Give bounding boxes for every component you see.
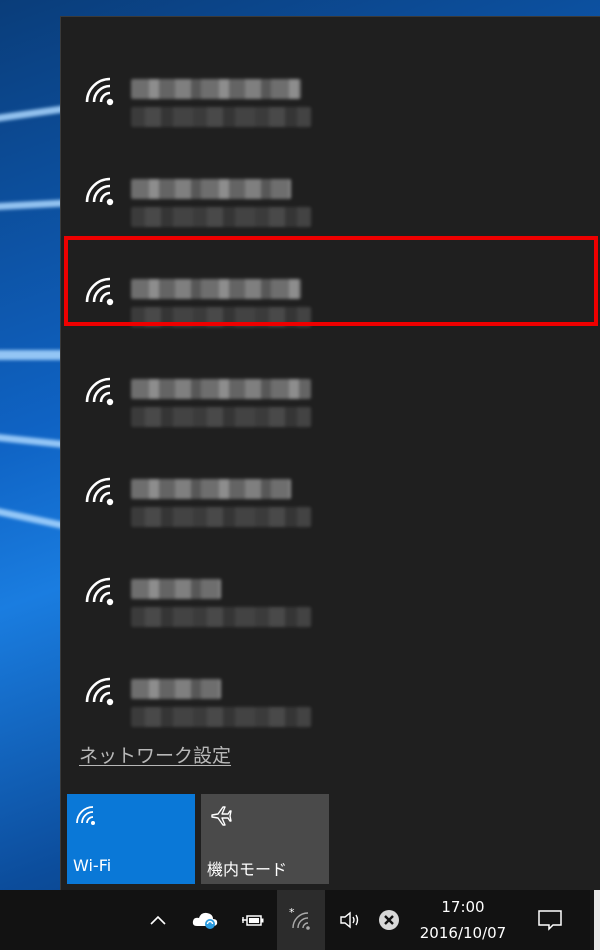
network-status-redacted <box>131 107 311 127</box>
wifi-icon <box>85 477 114 506</box>
onedrive-sync-icon <box>192 912 218 929</box>
network-item[interactable] <box>61 35 600 135</box>
power-tray-button[interactable] <box>236 890 270 950</box>
network-status-redacted <box>131 507 311 527</box>
network-item[interactable] <box>61 335 600 435</box>
error-icon <box>379 910 399 930</box>
network-name-redacted <box>131 679 221 699</box>
network-flyout: ネットワーク設定 Wi-Fi 機内モード <box>60 16 600 890</box>
network-item[interactable] <box>61 635 600 735</box>
network-name-redacted <box>131 179 291 199</box>
clock[interactable]: 17:00 2016/10/07 <box>408 890 518 950</box>
wifi-icon <box>85 77 114 106</box>
network-item[interactable] <box>61 135 600 235</box>
action-center-icon <box>538 910 562 931</box>
network-item[interactable] <box>61 435 600 535</box>
wifi-toggle-tile[interactable]: Wi-Fi <box>67 794 195 884</box>
error-tray-button[interactable] <box>372 890 406 950</box>
network-settings-link[interactable]: ネットワーク設定 <box>79 741 231 768</box>
network-name-redacted <box>131 479 291 499</box>
airplane-mode-tile[interactable]: 機内モード <box>201 794 329 884</box>
airplane-tile-label: 機内モード <box>207 860 288 879</box>
wifi-icon <box>85 577 114 606</box>
network-item[interactable] <box>61 535 600 635</box>
volume-tray-button[interactable] <box>333 890 367 950</box>
volume-icon <box>340 911 359 929</box>
network-status-redacted <box>131 707 311 727</box>
network-name-redacted <box>131 79 301 99</box>
svg-text:*: * <box>289 906 295 919</box>
wifi-tile-label: Wi-Fi <box>73 856 112 875</box>
onedrive-tray-button[interactable] <box>188 890 222 950</box>
selection-highlight-box <box>64 236 598 326</box>
wifi-icon <box>76 806 95 825</box>
taskbar: * 17:00 2016/10/07 <box>0 890 600 950</box>
network-tray-button[interactable]: * <box>277 890 325 950</box>
wifi-icon <box>85 377 114 406</box>
wifi-icon <box>85 177 114 206</box>
action-center-button[interactable] <box>530 890 570 950</box>
clock-time: 17:00 <box>441 898 485 916</box>
network-icon: * <box>289 906 310 930</box>
wifi-icon <box>85 677 114 706</box>
network-status-redacted <box>131 207 311 227</box>
network-status-redacted <box>131 407 311 427</box>
network-name-redacted <box>131 579 221 599</box>
airplane-icon <box>211 806 232 826</box>
clock-date: 2016/10/07 <box>419 924 507 942</box>
network-status-redacted <box>131 607 311 627</box>
chevron-up-icon <box>150 915 166 925</box>
show-hidden-icons-button[interactable] <box>143 890 173 950</box>
network-name-redacted <box>131 379 311 399</box>
power-icon <box>242 915 264 926</box>
show-desktop-button[interactable] <box>594 890 600 950</box>
